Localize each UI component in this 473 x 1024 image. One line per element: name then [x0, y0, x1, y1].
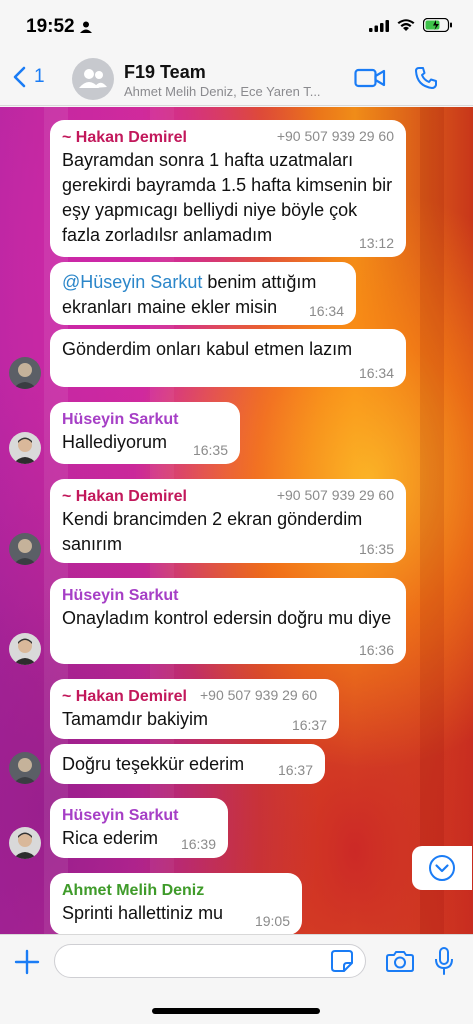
message-bubble[interactable]: Hüseyin Sarkut Onayladım kontrol edersin…: [50, 578, 406, 664]
status-icons: [369, 17, 453, 37]
mic-button[interactable]: [434, 947, 454, 980]
message-text: Doğru teşekkür ederim: [62, 754, 245, 774]
message-text: Tamamdır bakiyim: [62, 709, 209, 729]
sender-phone: +90 507 939 29 60: [276, 128, 394, 144]
sticker-icon: [331, 950, 353, 972]
message-time: 16:37: [291, 717, 327, 733]
avatar[interactable]: [9, 533, 41, 565]
message-time: 13:12: [358, 235, 394, 251]
avatar[interactable]: [9, 827, 41, 859]
message-bubble[interactable]: ~ Hakan Demirel +90 507 939 29 60 Kendi …: [50, 479, 406, 563]
message-sender[interactable]: Hüseyin Sarkut: [62, 806, 216, 826]
status-bar: 19:52: [0, 0, 473, 56]
sticker-button[interactable]: [330, 949, 354, 978]
input-bar: [0, 934, 473, 1024]
message-time: 16:34: [308, 303, 344, 319]
message-time: 19:05: [254, 913, 290, 929]
message-text: @Hüseyin Sarkut benim attığım ekranları …: [62, 272, 317, 317]
wallpaper-drape: [420, 107, 444, 934]
video-call-button[interactable]: [354, 66, 386, 95]
message-text: Onayladım kontrol edersin doğru mu diye: [62, 608, 392, 628]
mic-icon: [435, 947, 453, 975]
camera-icon: [386, 951, 414, 972]
message-sender[interactable]: Ahmet Melih Deniz: [62, 881, 290, 901]
message-sender[interactable]: Hüseyin Sarkut: [62, 586, 394, 606]
message-bubble[interactable]: Ahmet Melih Deniz Sprinti hallettiniz mu…: [50, 873, 302, 934]
signal-icon: [369, 19, 389, 37]
message-bubble[interactable]: ~ Hakan Demirel +90 507 939 29 60 Bayram…: [50, 120, 406, 257]
message-bubble[interactable]: Hüseyin Sarkut Hallediyorum 16:35: [50, 402, 240, 464]
message-bubble[interactable]: ~ Hakan Demirel +90 507 939 29 60 Tamamd…: [50, 679, 339, 739]
plus-icon: [14, 949, 40, 975]
scroll-to-bottom-button[interactable]: [412, 846, 472, 890]
mention-link[interactable]: @Hüseyin Sarkut: [62, 272, 202, 292]
wifi-icon: [397, 18, 415, 37]
message-time: 16:34: [358, 365, 394, 381]
voice-call-button[interactable]: [414, 66, 438, 95]
message-input[interactable]: [54, 944, 366, 978]
message-sender[interactable]: Hüseyin Sarkut: [62, 410, 228, 430]
message-sender[interactable]: ~ Hakan Demirel: [62, 687, 187, 707]
message-text: Gönderdim onları kabul etmen lazım: [62, 339, 353, 359]
chevron-left-icon: [13, 66, 26, 88]
avatar[interactable]: [9, 432, 41, 464]
message-bubble[interactable]: Doğru teşekkür ederim 16:37: [50, 744, 325, 784]
chat-header: 1 F19 Team Ahmet Melih Deniz, Ece Yaren …: [0, 56, 473, 106]
chevron-down-icon: [429, 855, 455, 881]
message-text: Bayramdan sonra 1 hafta uzatmaları gerek…: [62, 150, 393, 245]
chat-members[interactable]: Ahmet Melih Deniz, Ece Yaren T...: [124, 84, 340, 99]
sender-phone: +90 507 939 29 60: [276, 487, 394, 503]
status-time: 19:52: [26, 16, 75, 37]
battery-icon: [422, 17, 453, 37]
home-indicator: [152, 1008, 320, 1014]
attach-button[interactable]: [14, 949, 40, 980]
message-bubble[interactable]: Gönderdim onları kabul etmen lazım 16:34: [50, 329, 406, 387]
avatar[interactable]: [9, 633, 41, 665]
message-bubble[interactable]: Hüseyin Sarkut Rica ederim 16:39: [50, 798, 228, 858]
person-icon: [80, 20, 92, 38]
message-text: Kendi brancimden 2 ekran gönderdim sanır…: [62, 509, 363, 554]
avatar[interactable]: [9, 357, 41, 389]
message-bubble[interactable]: @Hüseyin Sarkut benim attığım ekranları …: [50, 262, 356, 325]
group-icon: [79, 69, 107, 88]
chat-area[interactable]: ~ Hakan Demirel +90 507 939 29 60 Bayram…: [0, 107, 473, 934]
back-button[interactable]: 1: [12, 66, 45, 88]
phone-icon: [415, 67, 437, 89]
camera-button[interactable]: [386, 949, 414, 978]
message-time: 16:36: [358, 642, 394, 658]
chat-title[interactable]: F19 Team: [124, 62, 206, 83]
unread-count: 1: [34, 66, 45, 87]
message-time: 16:35: [358, 541, 394, 557]
avatar[interactable]: [9, 752, 41, 784]
message-time: 16:39: [180, 836, 216, 852]
message-time: 16:35: [192, 442, 228, 458]
group-avatar[interactable]: [72, 58, 114, 100]
sender-phone: +90 507 939 29 60: [200, 687, 318, 703]
video-icon: [354, 68, 386, 88]
message-time: 16:37: [277, 762, 313, 778]
